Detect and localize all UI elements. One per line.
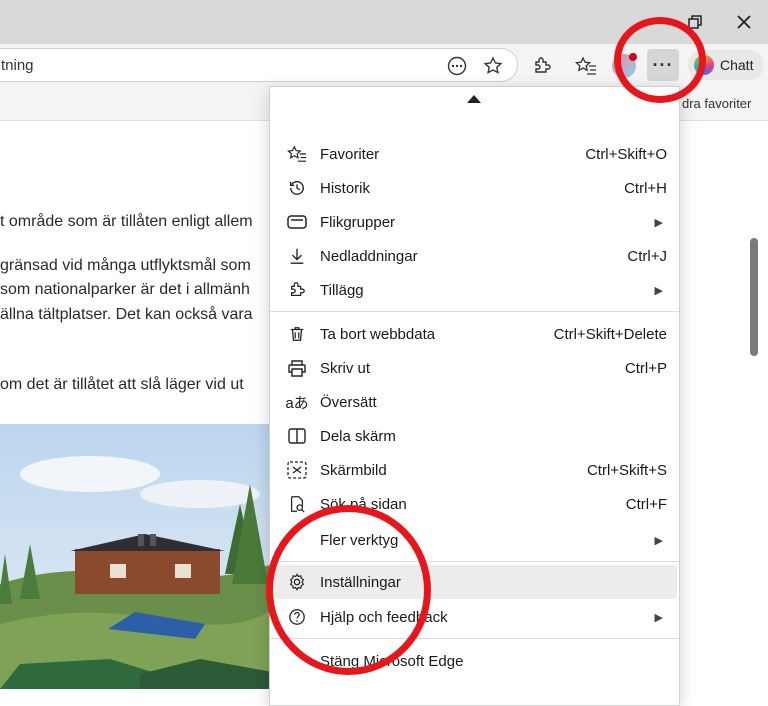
menu-item-downloads[interactable]: Nedladdningar Ctrl+J — [274, 239, 677, 273]
menu-item-shortcut: Ctrl+H — [624, 179, 667, 197]
screenshot-icon — [287, 461, 307, 479]
menu-item-shortcut: Ctrl+J — [627, 247, 667, 265]
annotation-circle-settings — [266, 505, 431, 675]
page-text-line: ällna tältplatser. Det kan också vara — [0, 306, 253, 323]
menu-item-shortcut: Ctrl+Skift+Delete — [553, 325, 667, 343]
submenu-arrow-icon: ▶ — [654, 534, 663, 547]
address-bar[interactable]: tning — [0, 48, 518, 82]
menu-separator — [270, 311, 679, 312]
menu-item-print[interactable]: Skriv ut Ctrl+P — [274, 351, 677, 385]
printer-icon — [288, 360, 306, 377]
add-favorite-button[interactable] — [481, 54, 505, 78]
page-text-line: som nationalparker är det i allmänh — [0, 281, 250, 298]
more-circle-icon — [447, 56, 467, 76]
submenu-arrow-icon: ▶ — [654, 611, 663, 624]
menu-item-screenshot[interactable]: Skärmbild Ctrl+Skift+S — [274, 453, 677, 487]
menu-item-label: Ta bort webbdata — [320, 325, 436, 343]
menu-item-clear-browsing-data[interactable]: Ta bort webbdata Ctrl+Skift+Delete — [274, 317, 677, 351]
submenu-arrow-icon: ▶ — [654, 216, 663, 229]
puzzle-icon — [535, 57, 551, 73]
extensions-button[interactable] — [530, 54, 554, 78]
menu-item-label: Skärmbild — [320, 461, 387, 479]
menu-item-translate[interactable]: aあ Översätt — [274, 385, 677, 419]
menu-item-shortcut: Ctrl+Skift+S — [586, 461, 667, 479]
menu-item-split-screen[interactable]: Dela skärm — [274, 419, 677, 453]
favorites-button[interactable] — [574, 54, 598, 78]
page-text-line: t område som är tillåten enligt allem — [0, 213, 253, 230]
menu-item-shortcut: Ctrl+F — [625, 495, 667, 513]
menu-item-label: Översätt — [320, 393, 377, 411]
favorites-icon — [287, 145, 306, 162]
close-window-button[interactable] — [730, 8, 758, 36]
star-icon — [483, 56, 503, 74]
menu-item-label: Skriv ut — [320, 359, 371, 377]
menu-item-favorites[interactable]: Favoriter Ctrl+Skift+O — [274, 137, 677, 171]
puzzle-icon — [290, 282, 305, 297]
favorites-list-icon — [575, 56, 596, 75]
page-text-line: om det är tillåtet att slå läger vid ut — [0, 376, 244, 393]
favorites-bar-text: dra favoriter — [682, 96, 752, 111]
annotation-circle-more-button — [614, 17, 706, 103]
address-text: tning — [1, 57, 34, 74]
menu-item-shortcut: Ctrl+Skift+O — [585, 145, 667, 163]
translate-icon: aあ — [285, 394, 309, 412]
campsite-photo — [0, 424, 272, 689]
menu-collapse-caret[interactable] — [467, 95, 481, 103]
split-screen-icon — [288, 428, 306, 444]
tab-groups-icon — [287, 215, 307, 229]
menu-item-tab-groups[interactable]: Flikgrupper ▶ — [274, 205, 677, 239]
menu-item-label: Historik — [320, 179, 371, 197]
menu-item-shortcut: Ctrl+P — [624, 359, 667, 377]
menu-item-label: Favoriter — [320, 145, 380, 163]
page-text-line: gränsad vid många utflyktsmål som — [0, 257, 251, 274]
menu-item-label: Dela skärm — [320, 427, 396, 445]
submenu-arrow-icon: ▶ — [654, 284, 663, 297]
page-scrollbar-thumb[interactable] — [750, 238, 758, 356]
close-icon — [737, 15, 751, 29]
history-icon — [290, 181, 304, 195]
trash-icon — [290, 327, 304, 341]
read-aloud-button[interactable] — [445, 54, 469, 78]
menu-item-label: Flikgrupper — [320, 213, 396, 231]
download-icon — [290, 248, 304, 264]
find-on-page-icon — [290, 496, 305, 513]
menu-item-label: Nedladdningar — [320, 247, 418, 265]
menu-item-label: Tillägg — [320, 281, 364, 299]
menu-item-extensions[interactable]: Tillägg ▶ — [274, 273, 677, 307]
menu-item-history[interactable]: Historik Ctrl+H — [274, 171, 677, 205]
chat-label: Chatt — [720, 57, 754, 73]
